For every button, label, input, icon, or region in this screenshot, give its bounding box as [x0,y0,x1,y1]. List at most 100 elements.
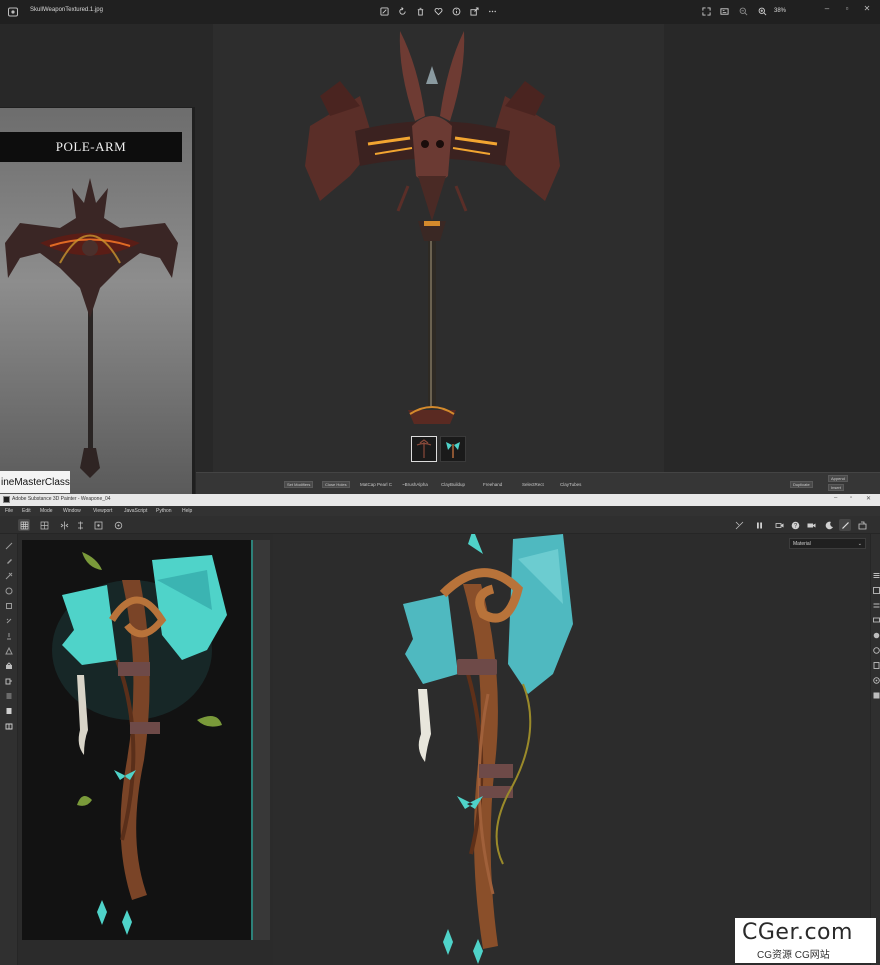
zb-claytubes[interactable]: ClayTubes [560,482,581,487]
baking-panel-icon[interactable] [873,692,880,699]
painter-tool-column [0,534,18,965]
slideshow-icon[interactable] [718,5,731,18]
menu-javascript[interactable]: JavaScript [124,508,147,514]
reference-image-background [22,540,251,940]
history-icon[interactable] [873,647,880,654]
material-picker-icon[interactable] [3,630,14,641]
share-icon[interactable] [468,5,481,18]
menu-window[interactable]: Window [63,508,81,514]
favorite-icon[interactable] [432,5,445,18]
grid-view-icon[interactable] [18,519,30,531]
pause-icon[interactable] [753,519,765,531]
maximize-icon[interactable]: ▫ [840,2,854,14]
viewer-settings-icon[interactable] [873,677,880,684]
camera-icon[interactable] [773,519,785,531]
zb-freehand[interactable]: Freehand [483,482,502,487]
viewport-mode-value: Material [793,540,811,547]
paint-brush-icon[interactable] [839,519,851,531]
photos-viewer-window: SkullWeaponTextured.1.jpg 38% – ▫ ✕ POLE… [0,0,880,494]
menu-edit[interactable]: Edit [22,508,31,514]
watermark-sub: CG资源 CG网站 [757,950,830,961]
zoom-in-icon[interactable] [756,5,769,18]
mask-icon[interactable] [733,519,745,531]
filmstrip [411,436,466,464]
eraser-tool-icon[interactable] [3,555,14,566]
document-icon[interactable] [3,705,14,716]
minimize-icon[interactable]: – [820,2,834,14]
menu-mode[interactable]: Mode [40,508,53,514]
edit-image-icon[interactable] [378,5,391,18]
close-icon[interactable]: ✕ [860,2,874,14]
reference-title-bar: POLE-ARM [0,132,182,162]
thumbnail-polearm[interactable] [411,436,437,462]
environment-icon[interactable] [823,519,835,531]
grid-options-icon[interactable] [38,519,50,531]
zb-set-modifiers[interactable]: Set Modifiers [284,481,314,488]
fullscreen-icon[interactable] [700,5,713,18]
projection-tool-icon[interactable] [3,570,14,581]
zb-duplicate[interactable]: Duplicate [790,481,813,488]
substance-painter-window: Adobe Substance 3D Painter - Weapone_04 … [0,494,880,965]
painter-maximize-icon[interactable]: ▫ [850,495,852,501]
menu-viewport[interactable]: Viewport [93,508,112,514]
chevron-down-icon: ⌄ [857,540,862,547]
menu-file[interactable]: File [5,508,13,514]
brush-tool-icon[interactable] [3,540,14,551]
more-icon[interactable] [486,5,499,18]
zb-insert[interactable]: Insert [828,484,845,491]
painter-close-icon[interactable]: ✕ [866,495,871,502]
zoom-level: 38% [774,8,787,14]
smudge-tool-icon[interactable] [3,600,14,611]
rotate-icon[interactable] [396,5,409,18]
thumbnail-axe[interactable] [440,436,466,462]
painter-toolbar: ? [0,516,880,534]
zbrush-palette-strip: Set Modifiers Close Holes MatCap Pearl C… [196,472,880,494]
polearm-concept-image [5,178,178,478]
export-icon[interactable] [3,675,14,686]
symmetry-icon[interactable] [58,519,70,531]
layers-icon[interactable] [3,690,14,701]
painter-titlebar: Adobe Substance 3D Painter - Weapone_04 … [0,494,880,506]
library-icon[interactable] [3,720,14,731]
file-name: SkullWeaponTextured.1.jpg [30,7,103,13]
zb-matcap[interactable]: MatCap Pearl C [360,482,392,487]
layers-panel-icon[interactable] [873,572,880,579]
reference-poster: POLE-ARM ineMasterClass [0,108,192,494]
photos-titlebar: SkullWeaponTextured.1.jpg 38% – ▫ ✕ [0,0,880,24]
log-icon[interactable] [873,662,880,669]
delete-icon[interactable] [414,5,427,18]
menu-help[interactable]: Help [182,508,192,514]
render-icon[interactable] [856,519,868,531]
reference-brand-text: ineMasterClass [1,476,70,488]
axe-concept-image [52,552,227,935]
camera-target-icon[interactable] [112,519,124,531]
zb-selectrect[interactable]: SelectRect [522,482,544,487]
frame-icon[interactable] [92,519,104,531]
info-icon[interactable] [450,5,463,18]
symmetry-axis-icon[interactable] [74,519,86,531]
painter-3d-viewport[interactable] [273,534,870,965]
texture-set-icon[interactable] [873,587,880,594]
zb-close-holes[interactable]: Close Holes [322,481,350,488]
display-settings-icon[interactable] [873,617,880,624]
reference-image-panel [22,540,270,940]
polygon-fill-icon[interactable] [3,645,14,656]
clone-tool-icon[interactable] [3,615,14,626]
reference-panel-scroll[interactable] [253,540,270,940]
geometry-fill-icon[interactable] [3,585,14,596]
painter-minimize-icon[interactable]: – [834,495,837,501]
menu-python[interactable]: Python [156,508,172,514]
bake-icon[interactable] [3,660,14,671]
zb-append[interactable]: Append [828,475,848,482]
skull-weapon-render [305,31,560,424]
zoom-out-icon[interactable] [737,5,750,18]
photos-app-icon [8,7,18,17]
zb-claybuildup[interactable]: ClayBuildup [441,482,465,487]
shader-settings-icon[interactable] [873,632,880,639]
painter-menubar: File Edit Mode Window Viewport JavaScrip… [0,506,880,516]
video-icon[interactable] [805,519,817,531]
viewport-mode-dropdown[interactable]: Material ⌄ [789,538,866,549]
properties-icon[interactable] [873,602,880,609]
help-icon[interactable]: ? [789,519,801,531]
zb-brushalpha[interactable]: ~BrushAlpha [402,482,428,487]
